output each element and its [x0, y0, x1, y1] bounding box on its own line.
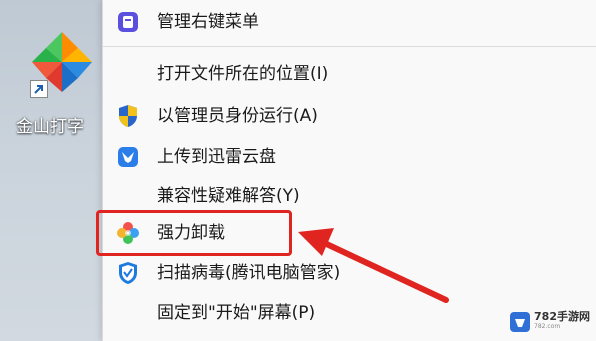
tencent-pc-manager-icon: [115, 260, 141, 286]
menu-item-label: 固定到"开始"屏幕(P): [157, 303, 316, 323]
menu-item-label: 以管理员身份运行(A): [157, 106, 318, 126]
shortcut-arrow-icon: [30, 80, 48, 98]
menu-item-upload-xunlei[interactable]: 上传到迅雷云盘: [103, 141, 596, 173]
watermark-subtext: 782.com: [534, 323, 561, 330]
watermark: 782手游网 782.com: [510, 311, 590, 333]
menu-item-label: 打开文件所在的位置(I): [157, 64, 329, 84]
menu-item-label: 管理右键菜单: [157, 12, 259, 32]
menu-item-compat-troubleshoot[interactable]: 兼容性疑难解答(Y): [103, 180, 596, 212]
manage-menu-icon: [115, 9, 141, 35]
menu-item-scan-virus[interactable]: 扫描病毒(腾讯电脑管家): [103, 257, 596, 289]
menu-item-run-as-admin[interactable]: 以管理员身份运行(A): [103, 100, 596, 132]
desktop-area: 金山打字: [0, 0, 102, 341]
desktop-icon-label: 金山打字: [16, 117, 84, 137]
menu-item-manage-right-click[interactable]: 管理右键菜单: [103, 6, 596, 38]
watermark-text: 782手游网: [534, 310, 590, 323]
menu-item-label: 上传到迅雷云盘: [157, 147, 276, 167]
uac-shield-icon: [115, 103, 141, 129]
menu-item-label: 兼容性疑难解答(Y): [157, 186, 300, 206]
highlight-box: [96, 210, 292, 256]
context-menu: 管理右键菜单 打开文件所在的位置(I) 以管理员身份运行(A) 上传到迅雷云盘 …: [102, 0, 596, 341]
menu-item-label: 扫描病毒(腾讯电脑管家): [157, 263, 341, 283]
xunlei-cloud-icon: [115, 144, 141, 170]
menu-separator: [103, 46, 596, 47]
watermark-logo-icon: [510, 312, 531, 332]
menu-item-open-file-location[interactable]: 打开文件所在的位置(I): [103, 58, 596, 90]
